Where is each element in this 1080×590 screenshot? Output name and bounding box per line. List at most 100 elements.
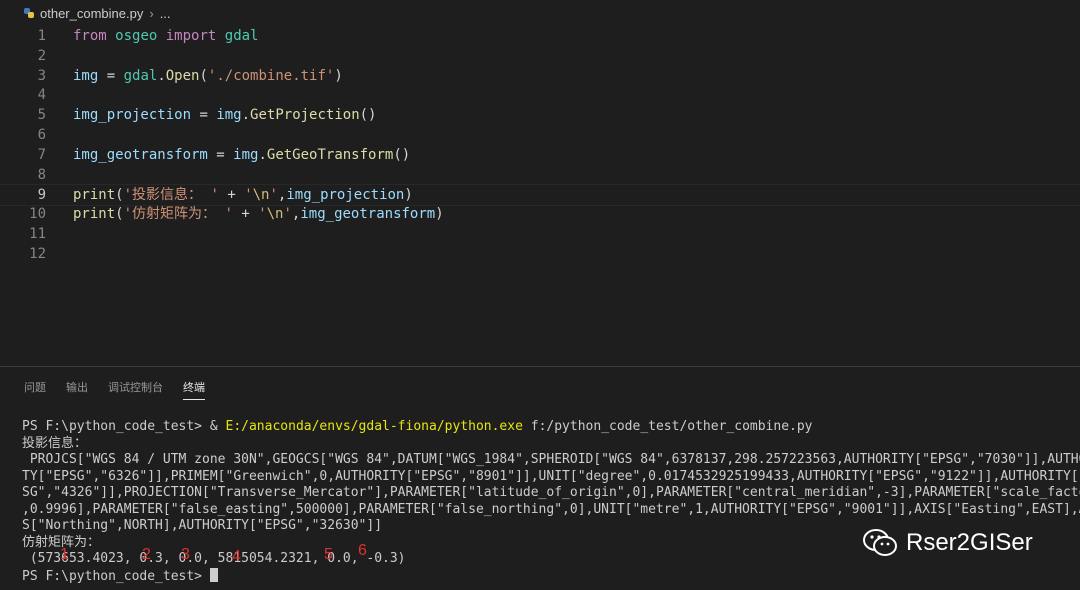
code-token: gdal (123, 67, 158, 84)
code-token: img (73, 67, 99, 84)
line-number: 4 (37, 87, 46, 104)
line-number: 10 (29, 206, 46, 223)
code-token: ( (115, 187, 124, 204)
python-exe-path: E:/anaconda/envs/gdal-fiona/python.exe (225, 419, 523, 434)
panel-tab[interactable]: 问题 (24, 379, 46, 400)
code-token: = (207, 146, 234, 163)
code-editor[interactable]: 1 from osgeo import gdal 2 3 img = gdal.Open… (0, 26, 1080, 366)
code-line[interactable]: 5 img_projection = img.GetProjection() (0, 105, 1080, 125)
code-line[interactable]: 8 (0, 165, 1080, 185)
line-number: 12 (29, 245, 46, 262)
annotation-1: 1 (60, 546, 69, 563)
code-line[interactable]: 3 img = gdal.Open('./combine.tif') (0, 66, 1080, 86)
code-token: gdal (224, 28, 259, 44)
line-number: 8 (37, 166, 46, 183)
code-token: . (157, 67, 166, 84)
code-token: ( (115, 206, 124, 223)
breadcrumb-more[interactable]: ... (160, 6, 171, 21)
code-token: . (258, 146, 267, 163)
code-token: img (216, 107, 242, 124)
code-text: from osgeo import gdal (73, 26, 258, 46)
terminal-cursor (209, 567, 218, 582)
code-line[interactable]: 9 print('投影信息： ' + '\n',img_projection) (0, 184, 1080, 207)
panel-tab[interactable]: 调试控制台 (108, 379, 163, 400)
code-token: img_geotransform (73, 146, 208, 163)
code-line[interactable]: 11 (0, 224, 1080, 244)
code-token: print (73, 187, 116, 204)
annotation-4: 4 (232, 548, 241, 565)
terminal-final-line[interactable]: PS F:\python_code_test> (22, 567, 1062, 586)
line-number: 5 (37, 107, 46, 124)
panel-tab[interactable]: 终端 (183, 379, 205, 400)
code-line[interactable]: 4 (0, 85, 1080, 105)
terminal-command-line: PS F:\python_code_test> & E:/anaconda/en… (22, 419, 1062, 436)
code-line[interactable]: 7 img_geotransform = img.GetGeoTransform(… (0, 145, 1080, 165)
watermark: Rser2GISer (862, 528, 1033, 558)
code-line[interactable]: 12 (0, 244, 1080, 264)
code-line[interactable]: 2 (0, 46, 1080, 66)
code-token: img_projection (286, 187, 405, 204)
projection-label: 投影信息： (22, 435, 88, 451)
line-number: 11 (29, 226, 46, 242)
code-token: osgeo (115, 28, 158, 44)
breadcrumb: other_combine.py › ... (0, 0, 1080, 26)
code-line[interactable]: 10 print('仿射矩阵为： ' + '\n',img_geotransfor… (0, 204, 1080, 224)
code-token: . (241, 107, 251, 124)
code-token: import (165, 28, 217, 44)
code-text: print('仿射矩阵为： ' + '\n',img_geotransform) (73, 204, 444, 224)
code-token: + (218, 187, 245, 204)
python-file-icon (24, 8, 34, 18)
projection-output-line: ,0.9996],PARAMETER["false_easting",50000… (22, 501, 1080, 517)
code-token: ) (435, 206, 444, 223)
watermark-text: Rser2GISer (906, 529, 1033, 556)
code-token: '投影信息： ' (123, 187, 219, 204)
terminal-prompt-final: PS F:\python_code_test> (22, 568, 210, 584)
projection-output-line: PROJCS["WGS 84 / UTM zone 30N",GEOGCS["W… (22, 452, 1080, 467)
code-token: print (73, 206, 116, 223)
panel-tab[interactable]: 输出 (66, 379, 88, 400)
code-token: ) (334, 67, 343, 84)
line-number: 3 (37, 67, 46, 84)
annotation-6: 6 (358, 542, 367, 559)
breadcrumb-file[interactable]: other_combine.py (40, 6, 143, 21)
projection-output-line: TY["EPSG","6326"]],PRIMEM["Greenwich",0,… (22, 468, 1080, 484)
code-token: GetProjection (250, 107, 360, 124)
code-token: () (393, 146, 411, 163)
code-token: ' (244, 187, 253, 204)
code-token: + (232, 206, 259, 223)
code-line[interactable]: 6 (0, 125, 1080, 145)
breadcrumb-separator-icon: › (149, 5, 154, 21)
code-token: './combine.tif' (207, 67, 335, 84)
code-token: () (359, 107, 377, 124)
line-number: 9 (37, 187, 46, 204)
terminal[interactable]: PS F:\python_code_test> & E:/anaconda/en… (22, 419, 1080, 586)
code-token: img_geotransform (300, 206, 436, 223)
projection-output-line: SG","4326"]],PROJECTION["Transverse_Merc… (22, 485, 1080, 500)
projection-output: PROJCS["WGS 84 / UTM zone 30N",GEOGCS["W… (22, 452, 1080, 535)
line-number: 2 (37, 47, 46, 64)
wechat-icon (863, 529, 897, 556)
code-text: img_geotransform = img.GetGeoTransform() (73, 145, 410, 165)
code-token: = (98, 67, 124, 84)
annotation-2: 2 (142, 546, 151, 563)
code-token: img_projection (73, 107, 192, 124)
code-text: print('投影信息： ' + '\n',img_projection) (73, 185, 413, 205)
annotation-3: 3 (181, 546, 190, 563)
annotation-5: 5 (324, 546, 333, 563)
code-token: GetGeoTransform (266, 146, 394, 163)
code-line[interactable]: 1 from osgeo import gdal (0, 26, 1080, 46)
code-token: \n (266, 206, 284, 223)
code-token: Open (165, 67, 200, 84)
code-token: '仿射矩阵为： ' (123, 206, 233, 223)
line-number: 6 (37, 127, 46, 143)
line-number: 1 (37, 28, 46, 44)
script-argument: f:/python_code_test/other_combine.py (522, 419, 813, 434)
code-token: ' (258, 206, 267, 223)
code-text: img = gdal.Open('./combine.tif') (73, 66, 343, 86)
terminal-prompt: PS F:\python_code_test> & (22, 419, 226, 434)
panel-tabs: 问题 输出 调试控制台 终端 (24, 379, 205, 400)
code-token: \n (252, 187, 270, 204)
